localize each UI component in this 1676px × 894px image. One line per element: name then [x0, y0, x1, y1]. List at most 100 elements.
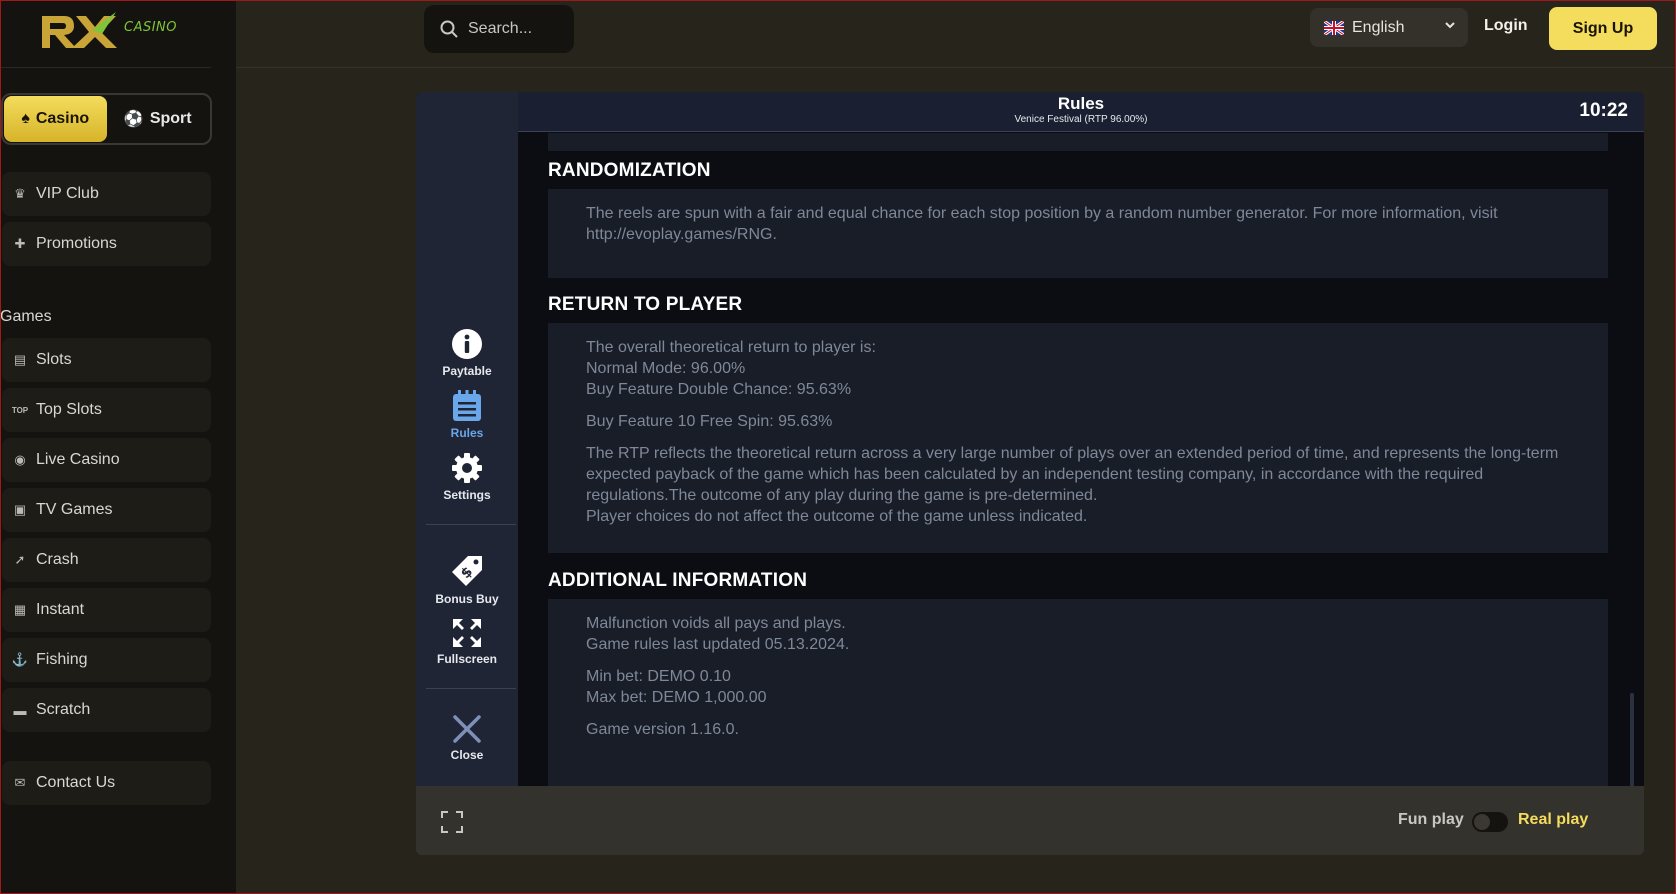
rules-content[interactable]: RANDOMIZATION The reels are spun with a … [518, 133, 1644, 786]
game-container: Paytable Rules Settings $ Bonus Buy Full… [416, 92, 1644, 855]
expand-icon[interactable] [440, 810, 464, 834]
games-heading: Games [0, 308, 52, 325]
sidebar-item-vip-club[interactable]: ♛ VIP Club [2, 172, 211, 216]
randomization-text: The reels are spun with a fair and equal… [586, 205, 1498, 243]
sidebar-item-live-casino[interactable]: ◉ Live Casino [2, 438, 211, 482]
close-label: Close [450, 748, 484, 762]
close-button[interactable]: Close [416, 714, 518, 762]
real-play-label[interactable]: Real play [1518, 811, 1588, 829]
bonus-buy-label: Bonus Buy [435, 592, 499, 606]
rtp-line: Buy Feature 10 Free Spin: 95.63% [586, 413, 833, 430]
sidebar-item-label: Instant [36, 601, 85, 618]
logo-subtitle: CASINO [124, 20, 178, 35]
gift-icon: ✚ [14, 236, 26, 251]
fullscreen-icon [453, 619, 481, 647]
sport-tab[interactable]: ⚽ Sport [107, 96, 210, 142]
sidebar-item-fishing[interactable]: ⚓ Fishing [2, 638, 211, 682]
sidebar-item-tv-games[interactable]: ▣ TV Games [2, 488, 211, 532]
section-heading-randomization: RANDOMIZATION [548, 160, 711, 181]
language-label: English [1352, 18, 1405, 36]
section-box-randomization: The reels are spun with a fair and equal… [548, 189, 1608, 278]
tv-icon: ▣ [13, 502, 27, 517]
fullscreen-label: Fullscreen [436, 652, 498, 666]
sidebar-item-contact-us[interactable]: ✉ Contact Us [2, 761, 211, 805]
sidebar-item-label: Scratch [36, 701, 91, 718]
sidebar-item-slots[interactable]: ▤ Slots [2, 338, 211, 382]
rtp-line: Normal Mode: 96.00% [586, 360, 746, 377]
section-heading-rtp: RETURN TO PLAYER [548, 294, 743, 315]
info-line: Game rules last updated 05.13.2024. [586, 636, 850, 653]
search-box[interactable]: Search... [424, 5, 574, 53]
slots-icon: ▤ [13, 352, 27, 367]
rules-header: Rules Venice Festival (RTP 96.00%) 10:22 [518, 92, 1644, 132]
search-input[interactable]: Search... [468, 20, 532, 38]
rtp-line: Buy Feature Double Chance: 95.63% [586, 381, 852, 398]
casino-tab[interactable]: ♠ Casino [4, 96, 107, 142]
sidebar-item-crash[interactable]: ➚ Crash [2, 538, 211, 582]
toolbar-divider [426, 524, 516, 525]
play-mode-switch[interactable] [1472, 812, 1508, 832]
sidebar-item-label: VIP Club [36, 185, 99, 202]
rules-button[interactable]: Rules [416, 390, 518, 440]
fun-play-label[interactable]: Fun play [1398, 811, 1464, 829]
rtp-description: The RTP reflects the theoretical return … [586, 443, 1570, 527]
section-box-rtp: The overall theoretical return to player… [548, 323, 1608, 553]
section-box-additional: Malfunction voids all pays and plays. Ga… [548, 599, 1608, 786]
fishing-icon: ⚓ [11, 652, 29, 667]
additional-lines: Malfunction voids all pays and plays. Ga… [586, 613, 1570, 655]
info-line: Game version 1.16.0. [586, 721, 739, 738]
rtp-line: Player choices do not affect the outcome… [586, 508, 1088, 525]
rules-title: Rules [1057, 94, 1105, 113]
logo[interactable]: CASINO [40, 8, 180, 64]
switch-knob [1474, 814, 1490, 830]
language-selector[interactable]: English [1310, 8, 1468, 47]
paytable-button[interactable]: Paytable [416, 328, 518, 378]
fullscreen-button[interactable]: Fullscreen [416, 618, 518, 666]
rules-icon [453, 390, 481, 421]
rocket-icon: ➚ [14, 552, 26, 567]
sidebar-item-label: Fishing [36, 651, 88, 668]
section-heading-additional: ADDITIONAL INFORMATION [548, 570, 808, 591]
sidebar-item-label: TV Games [36, 501, 113, 518]
info-icon [452, 329, 482, 359]
sidebar-item-scratch[interactable]: ▬ Scratch [2, 688, 211, 732]
settings-label: Settings [443, 488, 491, 502]
top-header: Search... English Login Sign Up [236, 0, 1676, 68]
chip-icon: ◉ [14, 452, 26, 467]
toolbar-divider [426, 688, 516, 689]
sidebar-item-label: Contact Us [36, 774, 116, 791]
rtp-line: The RTP reflects the theoretical return … [586, 445, 1559, 504]
info-line: Malfunction voids all pays and plays. [586, 615, 846, 632]
sidebar: CASINO ♠ Casino ⚽ Sport ♛ VIP Club ✚ Pro… [0, 0, 236, 894]
casino-sport-toggle: ♠ Casino ⚽ Sport [1, 93, 212, 145]
bet-lines: Min bet: DEMO 0.10 Max bet: DEMO 1,000.0… [586, 666, 1570, 708]
uk-flag-icon [1324, 20, 1344, 35]
chat-icon: ✉ [14, 775, 26, 790]
login-button[interactable]: Login [1484, 17, 1528, 35]
signup-button[interactable]: Sign Up [1549, 7, 1657, 50]
sidebar-item-label: Slots [36, 351, 72, 368]
rules-scrollbar[interactable] [1630, 693, 1634, 786]
rules-label: Rules [450, 426, 484, 440]
crown-icon: ♛ [14, 186, 26, 201]
sport-tab-label: Sport [149, 110, 192, 127]
game-footer: Fun play Real play [416, 786, 1644, 855]
sidebar-item-top-slots[interactable]: TOP Top Slots [2, 388, 211, 432]
sidebar-item-instant[interactable]: ▦ Instant [2, 588, 211, 632]
previous-section-box [548, 133, 1608, 151]
soccer-ball-icon: ⚽ [123, 111, 144, 128]
ticket-icon: ▬ [13, 702, 27, 718]
bonus-buy-button[interactable]: $ Bonus Buy [416, 554, 518, 606]
game-toolbar: Paytable Rules Settings $ Bonus Buy Full… [416, 92, 518, 786]
gear-icon [452, 453, 482, 483]
info-line: Max bet: DEMO 1,000.00 [586, 689, 767, 706]
rtp-lines: The overall theoretical return to player… [586, 337, 1570, 400]
game-frame: Paytable Rules Settings $ Bonus Buy Full… [416, 92, 1644, 786]
sidebar-item-label: Crash [36, 551, 79, 568]
paytable-label: Paytable [442, 364, 492, 378]
sidebar-item-label: Promotions [36, 235, 117, 252]
settings-button[interactable]: Settings [416, 452, 518, 502]
game-subtitle: Venice Festival (RTP 96.00%) [1014, 114, 1148, 125]
chevron-down-icon [1445, 22, 1455, 29]
sidebar-item-promotions[interactable]: ✚ Promotions [2, 222, 211, 266]
